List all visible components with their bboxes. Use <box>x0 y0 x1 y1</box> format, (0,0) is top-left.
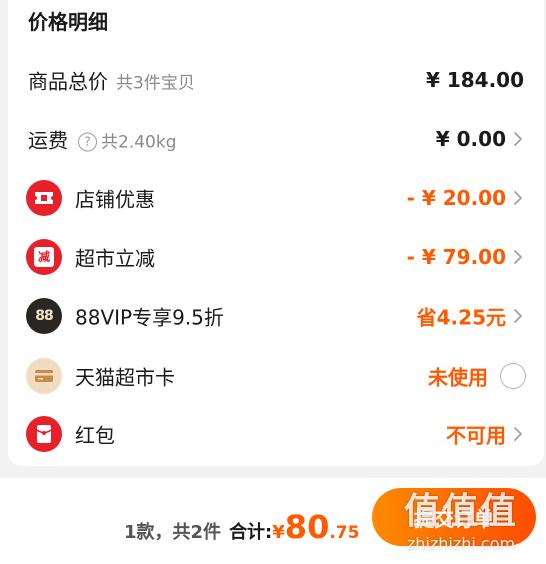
total-label: 合计: <box>229 522 273 543</box>
shipping-row[interactable]: 运费? 共2.40kg ¥ 0.00 <box>8 116 544 162</box>
tmall-card-row[interactable]: 天猫超市卡 未使用 <box>8 353 544 399</box>
vip-88-icon: 88 <box>26 298 62 334</box>
total-decimal: .75 <box>329 523 360 543</box>
red-packet-label: 红包 <box>75 423 115 448</box>
supermarket-discount-row[interactable]: 减 超市立减 - ¥ 79.00 <box>8 234 544 280</box>
goods-total-row: 商品总价 共3件宝贝 ¥ 184.00 <box>8 57 544 103</box>
section-title: 价格明细 <box>28 10 108 34</box>
red-packet-status: 不可用 <box>446 423 506 448</box>
vip-discount-label: 88VIP专享9.5折 <box>75 305 224 330</box>
total-integer: 80 <box>284 508 330 546</box>
vip-discount-row[interactable]: 88 88VIP专享9.5折 省4.25元 <box>8 293 544 339</box>
tmall-card-status: 未使用 <box>428 365 488 390</box>
supermarket-discount-value: - ¥ 79.00 <box>406 245 506 269</box>
red-packet-icon <box>26 416 62 452</box>
supermarket-discount-label: 超市立减 <box>75 246 155 271</box>
shipping-label-wrap: 运费? 共2.40kg <box>28 125 177 154</box>
store-discount-row[interactable]: 店铺优惠 - ¥ 20.00 <box>8 175 544 221</box>
item-count: 1款，共2件 <box>124 522 222 543</box>
chevron-right-icon[interactable] <box>510 307 526 325</box>
shipping-weight: 共2.40kg <box>101 132 177 153</box>
tmall-card-label: 天猫超市卡 <box>75 365 175 390</box>
total-currency: ¥ <box>272 522 285 543</box>
card-icon <box>26 358 62 394</box>
vip-discount-value: 省4.25元 <box>416 305 506 330</box>
red-packet-row[interactable]: 红包 不可用 <box>8 411 544 457</box>
reduce-icon: 减 <box>26 239 62 275</box>
price-detail-card: 价格明细 商品总价 共3件宝贝 ¥ 184.00 运费? 共2.40kg ¥ 0.0… <box>8 0 544 466</box>
store-discount-label: 店铺优惠 <box>75 187 155 212</box>
chevron-right-icon[interactable] <box>510 189 526 207</box>
goods-total-label-wrap: 商品总价 共3件宝贝 <box>28 66 195 95</box>
shipping-label: 运费 <box>28 128 68 153</box>
shipping-value: ¥ 0.00 <box>435 127 506 151</box>
goods-total-sub: 共3件宝贝 <box>116 73 195 94</box>
goods-total-label: 商品总价 <box>28 69 108 94</box>
reduce-icon-glyph: 减 <box>34 247 54 267</box>
chevron-right-icon[interactable] <box>510 248 526 266</box>
submit-order-button[interactable]: 提交订单 <box>372 488 536 546</box>
goods-total-value: ¥ 184.00 <box>425 68 524 92</box>
order-summary: 1款，共2件 合计:¥80.75 <box>124 508 359 546</box>
chevron-right-icon[interactable] <box>510 130 526 148</box>
chevron-right-icon[interactable] <box>510 425 526 443</box>
ticket-icon <box>26 180 62 216</box>
checkout-bar: 1款，共2件 合计:¥80.75 提交订单 <box>0 478 546 564</box>
vip-88-glyph: 88 <box>35 308 54 324</box>
store-discount-value: - ¥ 20.00 <box>406 186 506 210</box>
question-icon[interactable]: ? <box>78 132 97 152</box>
tmall-card-radio[interactable] <box>500 363 526 389</box>
